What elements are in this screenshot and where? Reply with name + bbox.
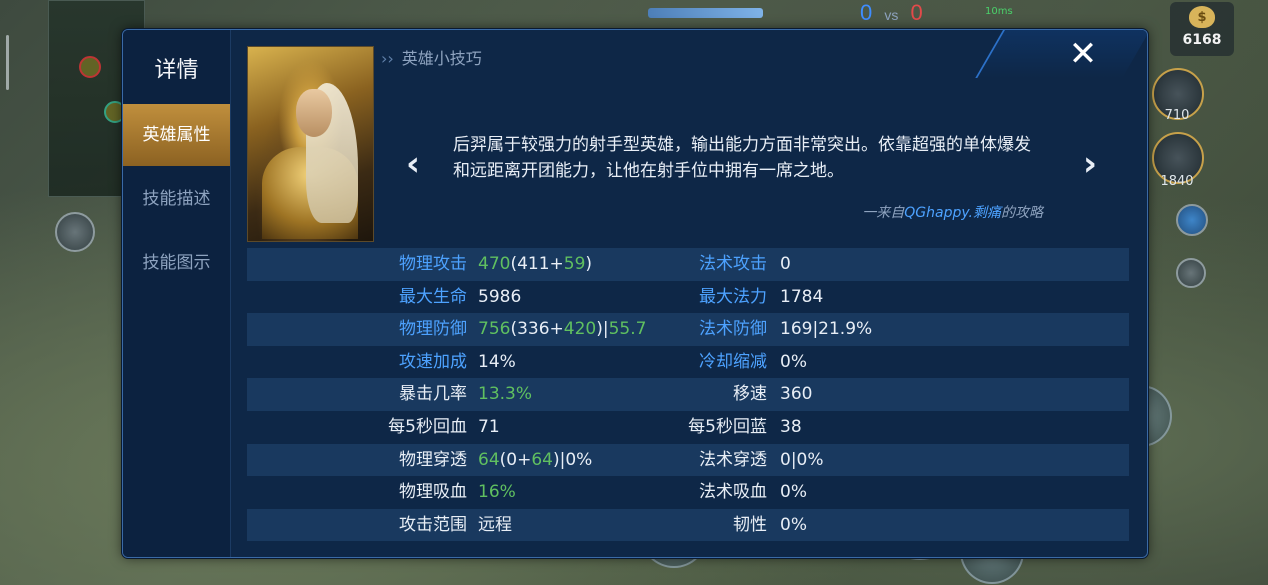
chat-icon[interactable]	[1176, 204, 1208, 236]
tab-skill-description[interactable]: 技能描述	[123, 168, 230, 230]
score-vs: vs	[884, 7, 899, 23]
stat-label: 每5秒回蓝	[688, 416, 767, 437]
panel-title: 详情	[154, 58, 199, 83]
stat-value: 14%	[478, 351, 516, 372]
hero-detail-panel: 详情 英雄属性 技能描述 技能图示 ›› 英雄小技巧 ✕ ‹ › 后羿属于较强力的…	[122, 29, 1148, 558]
stat-value: 756(336+420)|55.7	[478, 319, 647, 340]
stat-label: 法术防御	[699, 319, 767, 340]
stat-value: 0%	[780, 351, 807, 372]
gold-amount: 6168	[1182, 32, 1222, 48]
detail-sidebar: 详情 英雄属性 技能描述 技能图示	[123, 30, 231, 557]
prev-tip-arrow-icon[interactable]: ‹	[398, 144, 428, 184]
gold-counter[interactable]: $ 6168	[1170, 2, 1234, 56]
stat-label: 每5秒回血	[388, 416, 467, 437]
stat-value: 169|21.9%	[780, 319, 873, 340]
stat-label: 移速	[733, 384, 767, 405]
stat-value: 0	[780, 254, 791, 274]
stat-value: 470(411+59)	[478, 254, 593, 274]
tips-header: ›› 英雄小技巧	[381, 46, 1021, 72]
stat-label: 物理攻击	[399, 254, 467, 274]
stat-label: 法术吸血	[699, 482, 767, 503]
stat-value: 16%	[478, 482, 516, 503]
tips-header-label: 英雄小技巧	[401, 49, 482, 68]
stat-value: 64(0+64)|0%	[478, 449, 593, 470]
stat-label: 攻击范围	[399, 514, 467, 535]
stat-row: 物理攻击 470(411+59) 法术攻击 0	[247, 248, 1129, 281]
stat-row: 暴击几率 13.3% 移速 360	[247, 378, 1129, 411]
score-left: 0	[860, 0, 873, 25]
stat-label: 物理穿透	[399, 449, 467, 470]
stat-label: 最大生命	[399, 286, 467, 307]
stat-value: 远程	[478, 514, 512, 535]
stat-value: 0|0%	[780, 449, 824, 470]
stat-label: 最大法力	[699, 286, 767, 307]
minimap-hero-marker	[79, 56, 101, 78]
stat-value: 0%	[780, 482, 807, 503]
stat-value: 1784	[780, 286, 824, 307]
stat-label: 法术攻击	[699, 254, 767, 274]
tab-skill-illustration[interactable]: 技能图示	[123, 232, 230, 294]
hero-portrait	[247, 46, 374, 242]
chevron-left-icon[interactable]	[1176, 258, 1206, 288]
tip-source-author[interactable]: QGhappy.剩痛	[904, 205, 1001, 221]
stat-value: 71	[478, 416, 500, 437]
stat-row: 每5秒回血 71 每5秒回蓝 38	[247, 411, 1129, 444]
gold-bag-icon: $	[1189, 6, 1215, 28]
stat-row: 最大生命 5986 最大法力 1784	[247, 281, 1129, 314]
close-icon[interactable]: ✕	[1063, 36, 1103, 72]
hero-stats-table: 物理攻击 470(411+59) 法术攻击 0 最大生命 5986 最大法力 1784 物理防御…	[247, 248, 1129, 542]
shield-icon[interactable]	[55, 212, 95, 252]
stat-label: 攻速加成	[399, 351, 467, 372]
item-cost: 1840	[1160, 174, 1194, 189]
stat-row: 攻速加成 14% 冷却缩减 0%	[247, 346, 1129, 379]
stat-value: 360	[780, 384, 813, 405]
item-cost: 710	[1164, 108, 1190, 123]
stat-label: 法术穿透	[699, 449, 767, 470]
next-tip-arrow-icon[interactable]: ›	[1075, 144, 1105, 184]
stat-value: 0%	[780, 514, 807, 535]
stat-label: 物理防御	[399, 319, 467, 340]
top-progress-bar	[648, 8, 763, 18]
tip-source: 一来自QGhappy.剩痛的攻略	[683, 202, 1043, 222]
stat-label: 物理吸血	[399, 482, 467, 503]
double-chevron-icon: ››	[381, 49, 394, 68]
stat-label: 冷却缩减	[699, 351, 767, 372]
side-handle[interactable]	[6, 35, 9, 90]
stat-row: 物理防御 756(336+420)|55.7 法术防御 169|21.9%	[247, 313, 1129, 346]
stat-row: 物理吸血 16% 法术吸血 0%	[247, 476, 1129, 509]
stat-label: 暴击几率	[399, 384, 467, 405]
tab-hero-attributes[interactable]: 英雄属性	[123, 104, 230, 166]
stat-row: 物理穿透 64(0+64)|0% 法术穿透 0|0%	[247, 443, 1129, 477]
stat-value: 5986	[478, 286, 522, 307]
tip-text: 后羿属于较强力的射手型英雄，输出能力方面非常突出。依靠超强的单体爆发和远距离开团…	[453, 135, 1031, 181]
tip-source-prefix: 一来自	[862, 205, 905, 221]
header-decoration	[975, 30, 1147, 78]
score-right: 0	[910, 0, 923, 25]
ping-readout: 10ms	[985, 6, 1013, 17]
tip-source-suffix: 的攻略	[1001, 205, 1043, 221]
stat-value: 13.3%	[478, 384, 533, 405]
stat-label: 韧性	[733, 514, 767, 535]
stat-row: 攻击范围 远程 韧性 0%	[247, 508, 1129, 542]
stat-value: 38	[780, 416, 802, 437]
